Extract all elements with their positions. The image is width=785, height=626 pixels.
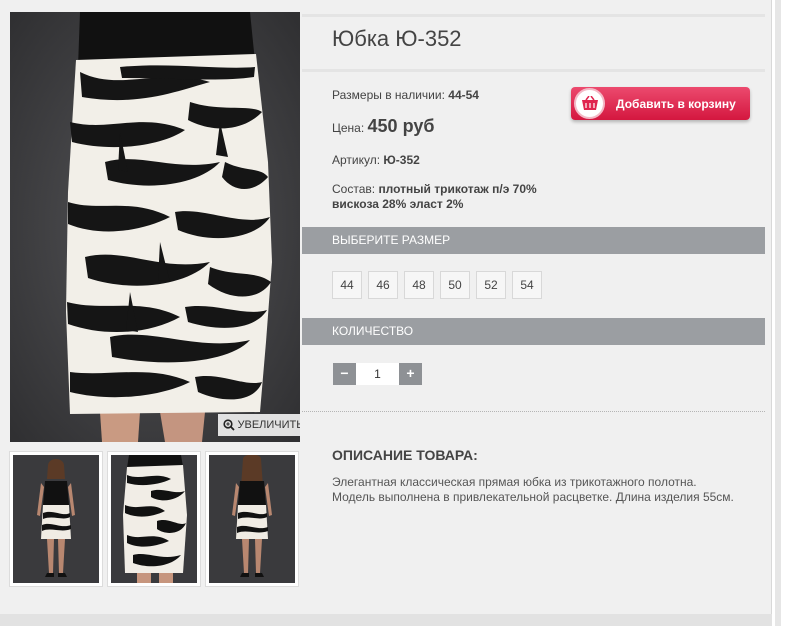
size-option-50[interactable]: 50 xyxy=(440,271,470,299)
zoom-label: УВЕЛИЧИТЬ xyxy=(237,419,300,431)
quantity-decrease-button[interactable]: − xyxy=(333,363,356,385)
composition-value-line2: вискоза 28% эласт 2% xyxy=(332,197,464,211)
add-to-cart-button[interactable]: Добавить в корзину xyxy=(571,87,750,120)
description-title: ОПИСАНИЕ ТОВАРА: xyxy=(332,447,478,463)
price-value: 450 руб xyxy=(367,116,435,136)
size-option-46[interactable]: 46 xyxy=(368,271,398,299)
product-card: УВЕЛИЧИТЬ Юбка Ю-352 Размеры в наличии: … xyxy=(0,0,772,614)
zoom-button[interactable]: УВЕЛИЧИТЬ xyxy=(218,414,300,436)
thumbnail-back[interactable] xyxy=(206,452,298,586)
quantity-input[interactable] xyxy=(356,363,399,385)
section-divider xyxy=(302,411,765,412)
size-option-54[interactable]: 54 xyxy=(512,271,542,299)
sizes-value: 44-54 xyxy=(448,88,479,102)
size-section-header: ВЫБЕРИТЕ РАЗМЕР xyxy=(302,227,765,254)
thumbnail-front[interactable] xyxy=(10,452,102,586)
quantity-section-header: КОЛИЧЕСТВО xyxy=(302,318,765,345)
basket-icon xyxy=(574,88,605,119)
scrollbar[interactable] xyxy=(772,0,785,626)
composition-row: Состав: плотный трикотаж п/э 70% вискоза… xyxy=(332,182,537,212)
article-row: Артикул: Ю-352 xyxy=(332,153,420,167)
skirt-photo-image xyxy=(10,12,300,442)
quantity-increase-button[interactable]: + xyxy=(399,363,422,385)
sizes-label: Размеры в наличии: xyxy=(332,88,445,102)
price-label: Цена: xyxy=(332,121,365,135)
article-label: Артикул: xyxy=(332,153,381,167)
size-option-44[interactable]: 44 xyxy=(332,271,362,299)
composition-value-line1: плотный трикотаж п/э 70% xyxy=(378,182,537,196)
page: УВЕЛИЧИТЬ Юбка Ю-352 Размеры в наличии: … xyxy=(0,0,785,626)
magnifier-icon xyxy=(222,419,235,431)
thumbnail-image xyxy=(13,455,99,583)
title-divider xyxy=(302,69,765,72)
thumbnail-image xyxy=(111,455,197,583)
article-value: Ю-352 xyxy=(383,153,420,167)
size-option-48[interactable]: 48 xyxy=(404,271,434,299)
product-title: Юбка Ю-352 xyxy=(332,26,462,51)
thumbnail-image xyxy=(209,455,295,583)
price-row: Цена: 450 руб xyxy=(332,116,434,137)
add-to-cart-label: Добавить в корзину xyxy=(616,96,736,111)
main-product-photo[interactable]: УВЕЛИЧИТЬ xyxy=(10,12,300,442)
composition-label: Состав: xyxy=(332,182,376,196)
size-option-52[interactable]: 52 xyxy=(476,271,506,299)
thumbnail-closeup[interactable] xyxy=(108,452,200,586)
bottom-border xyxy=(0,614,772,626)
top-divider xyxy=(302,14,765,17)
sizes-available: Размеры в наличии: 44-54 xyxy=(332,88,479,102)
description-text: Элегантная классическая прямая юбка из т… xyxy=(332,475,734,504)
